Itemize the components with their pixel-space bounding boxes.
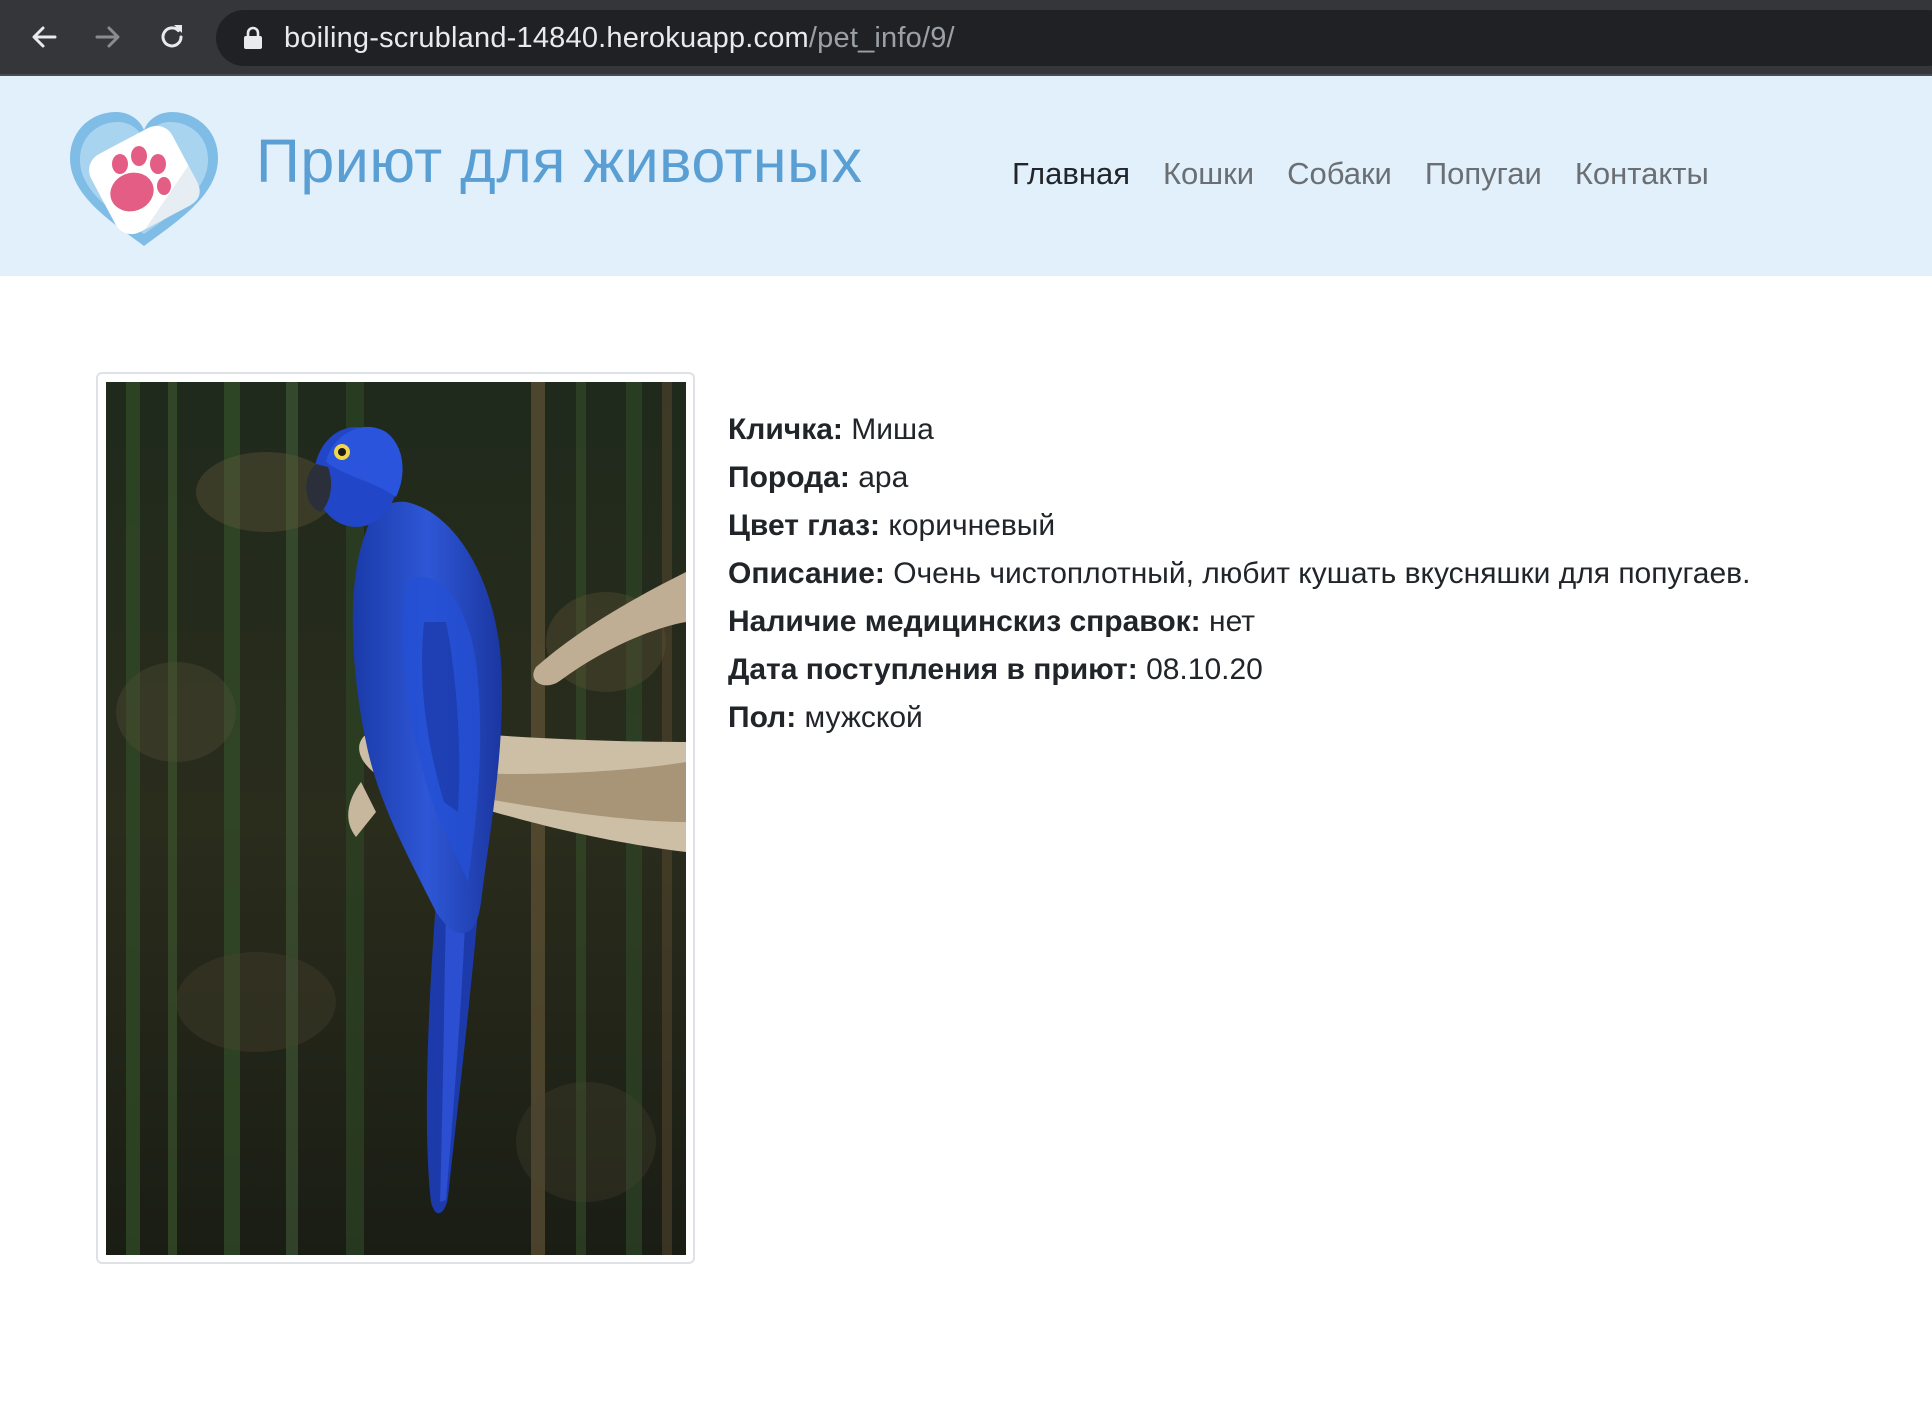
- pet-photo: [106, 382, 686, 1255]
- field-value: Очень чистоплотный, любит кушать вкусняш…: [893, 557, 1751, 590]
- forward-button[interactable]: [88, 17, 128, 57]
- pet-info-row-arrival-date: Дата поступления в приют: 08.10.20: [728, 646, 1750, 694]
- pet-photo-frame: [96, 372, 695, 1264]
- nav-link-parrots[interactable]: Попугаи: [1425, 156, 1542, 192]
- field-label: Описание:: [728, 557, 885, 590]
- pet-info-row-breed: Порода: ара: [728, 454, 1750, 502]
- site-header: Приют для животных Главная Кошки Собаки …: [0, 76, 1932, 276]
- pet-info-row-eye-color: Цвет глаз: коричневый: [728, 502, 1750, 550]
- field-value: 08.10.20: [1146, 653, 1263, 686]
- field-value: коричневый: [888, 509, 1056, 542]
- field-value: нет: [1209, 605, 1256, 638]
- back-arrow-icon: [32, 26, 57, 48]
- nav-link-cats[interactable]: Кошки: [1163, 156, 1254, 192]
- browser-toolbar: boiling-scrubland-14840.herokuapp.com/pe…: [0, 0, 1932, 76]
- pet-info-row-medical: Наличие медицинскиз справок: нет: [728, 598, 1750, 646]
- nav-link-home[interactable]: Главная: [1012, 156, 1130, 192]
- field-label: Цвет глаз:: [728, 509, 881, 542]
- url-host: boiling-scrubland-14840.herokuapp.com: [284, 22, 809, 54]
- field-value: Миша: [851, 413, 934, 446]
- field-value: мужской: [804, 701, 923, 734]
- nav-link-dogs[interactable]: Собаки: [1287, 156, 1392, 192]
- address-bar[interactable]: boiling-scrubland-14840.herokuapp.com/pe…: [216, 10, 1932, 66]
- reload-button[interactable]: [152, 17, 192, 57]
- url-path: /pet_info/9/: [808, 22, 955, 54]
- field-value: ара: [858, 461, 909, 494]
- lock-icon: [244, 26, 262, 49]
- forward-arrow-icon: [95, 26, 120, 48]
- field-label: Кличка:: [728, 413, 843, 446]
- pet-info-row-sex: Пол: мужской: [728, 694, 1750, 742]
- site-title[interactable]: Приют для животных: [256, 126, 862, 196]
- reload-icon: [161, 25, 183, 48]
- field-label: Пол:: [728, 701, 797, 734]
- pet-info-row-description: Описание: Очень чистоплотный, любит куша…: [728, 550, 1750, 598]
- field-label: Порода:: [728, 461, 850, 494]
- nav-link-contacts[interactable]: Контакты: [1575, 156, 1709, 192]
- back-button[interactable]: [24, 17, 64, 57]
- pet-info-row-name: Кличка: Миша: [728, 406, 1750, 454]
- field-label: Наличие медицинскиз справок:: [728, 605, 1201, 638]
- pet-info: Кличка: Миша Порода: ара Цвет глаз: кори…: [728, 406, 1750, 742]
- field-label: Дата поступления в приют:: [728, 653, 1138, 686]
- heart-paw-icon[interactable]: [62, 106, 226, 250]
- main-nav: Главная Кошки Собаки Попугаи Контакты: [1012, 156, 1742, 192]
- url-text: boiling-scrubland-14840.herokuapp.com/pe…: [284, 10, 955, 66]
